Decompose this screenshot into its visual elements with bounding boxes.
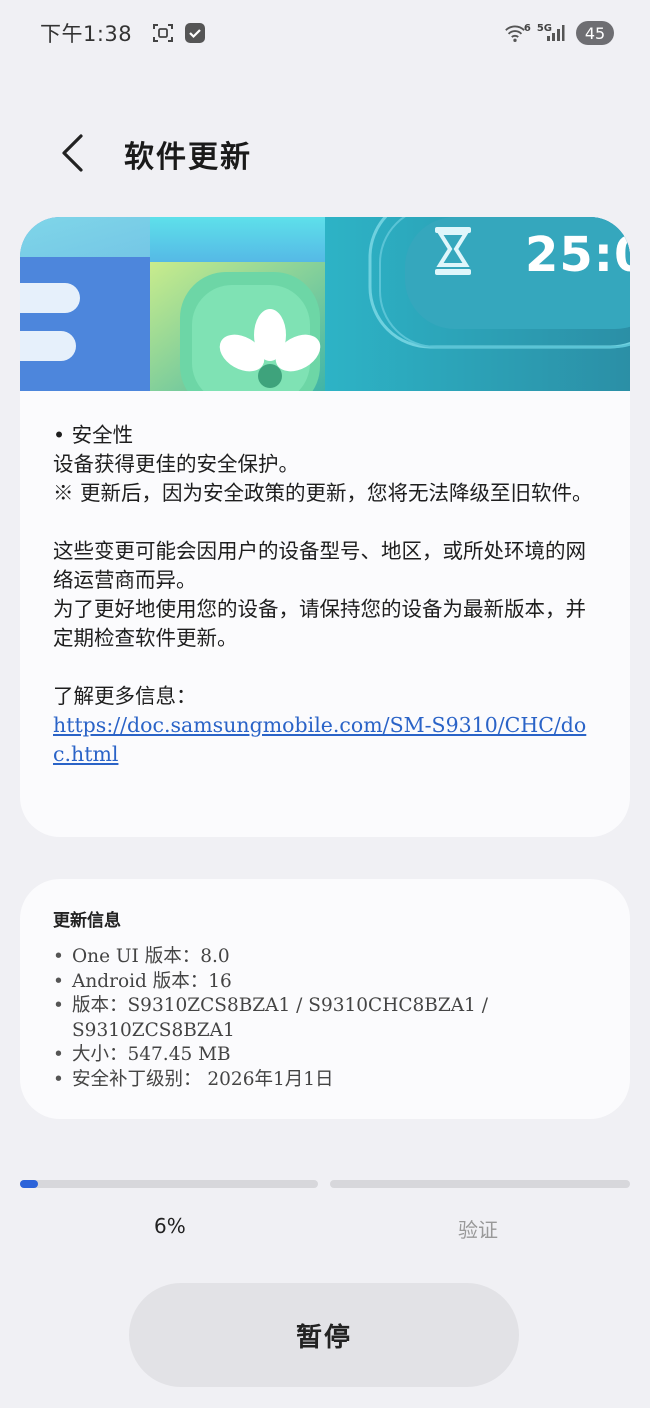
notes-line: • 安全性: [53, 423, 134, 447]
list-item: Android 版本：16: [53, 970, 597, 995]
notes-line: ※ 更新后，因为安全政策的更新，您将无法降级至旧软件。: [53, 481, 593, 505]
pause-button[interactable]: 暂停: [129, 1283, 519, 1387]
download-progress-fill: [20, 1180, 38, 1188]
update-info-list: One UI 版本：8.0 Android 版本：16 版本：S9310ZCS8…: [53, 945, 597, 1092]
chevron-left-icon: [62, 134, 83, 172]
verify-label: 验证: [458, 1218, 498, 1242]
verify-progress-track: [330, 1180, 630, 1188]
download-progress-track: [20, 1180, 318, 1188]
update-info-card: 更新信息 One UI 版本：8.0 Android 版本：16 版本：S931…: [20, 879, 630, 1119]
security-check-icon: [184, 22, 206, 44]
list-item: 版本：S9310ZCS8BZA1 / S9310CHC8BZA1 / S9310…: [53, 994, 597, 1043]
battery-indicator: 45: [576, 21, 614, 45]
more-info-label: 了解更多信息：: [53, 684, 197, 708]
update-banner-image: 25:0: [20, 217, 630, 391]
back-button[interactable]: [52, 128, 92, 178]
status-right-icons: 6 5G 45: [504, 21, 614, 45]
release-notes-text: • 安全性 设备获得更佳的安全保护。 ※ 更新后，因为安全政策的更新，您将无法降…: [20, 391, 630, 769]
more-info-link[interactable]: https://doc.samsungmobile.com/SM-S9310/C…: [53, 711, 598, 769]
signal-icon: [544, 22, 566, 44]
banner-clock-text: 25:0: [525, 227, 630, 283]
notes-line: 这些变更可能会因用户的设备型号、地区，或所处环境的网络运营商而异。: [53, 539, 586, 592]
wifi-icon: [504, 22, 526, 44]
page-title: 软件更新: [124, 140, 252, 175]
notes-line: 设备获得更佳的安全保护。: [53, 452, 299, 476]
app-header: 软件更新: [0, 118, 650, 188]
release-notes-card: 25:0 • 安全性 设备获得更佳的安全保护。 ※ 更新后，因为安全政策的更新，…: [20, 217, 630, 837]
screenshot-icon: [152, 22, 174, 44]
status-bar: 下午1:38 6 5G 45: [0, 0, 650, 66]
list-item: One UI 版本：8.0: [53, 945, 597, 970]
notes-line: 为了更好地使用您的设备，请保持您的设备为最新版本，并定期检查软件更新。: [53, 597, 586, 650]
download-progress: 6% 验证: [20, 1180, 630, 1250]
status-time: 下午1:38: [40, 22, 133, 46]
update-info-title: 更新信息: [53, 911, 121, 931]
list-item: 安全补丁级别： 2026年1月1日: [53, 1068, 597, 1093]
progress-percent: 6%: [154, 1214, 186, 1238]
status-left-icons: [152, 22, 206, 44]
list-item: 大小：547.45 MB: [53, 1043, 597, 1068]
